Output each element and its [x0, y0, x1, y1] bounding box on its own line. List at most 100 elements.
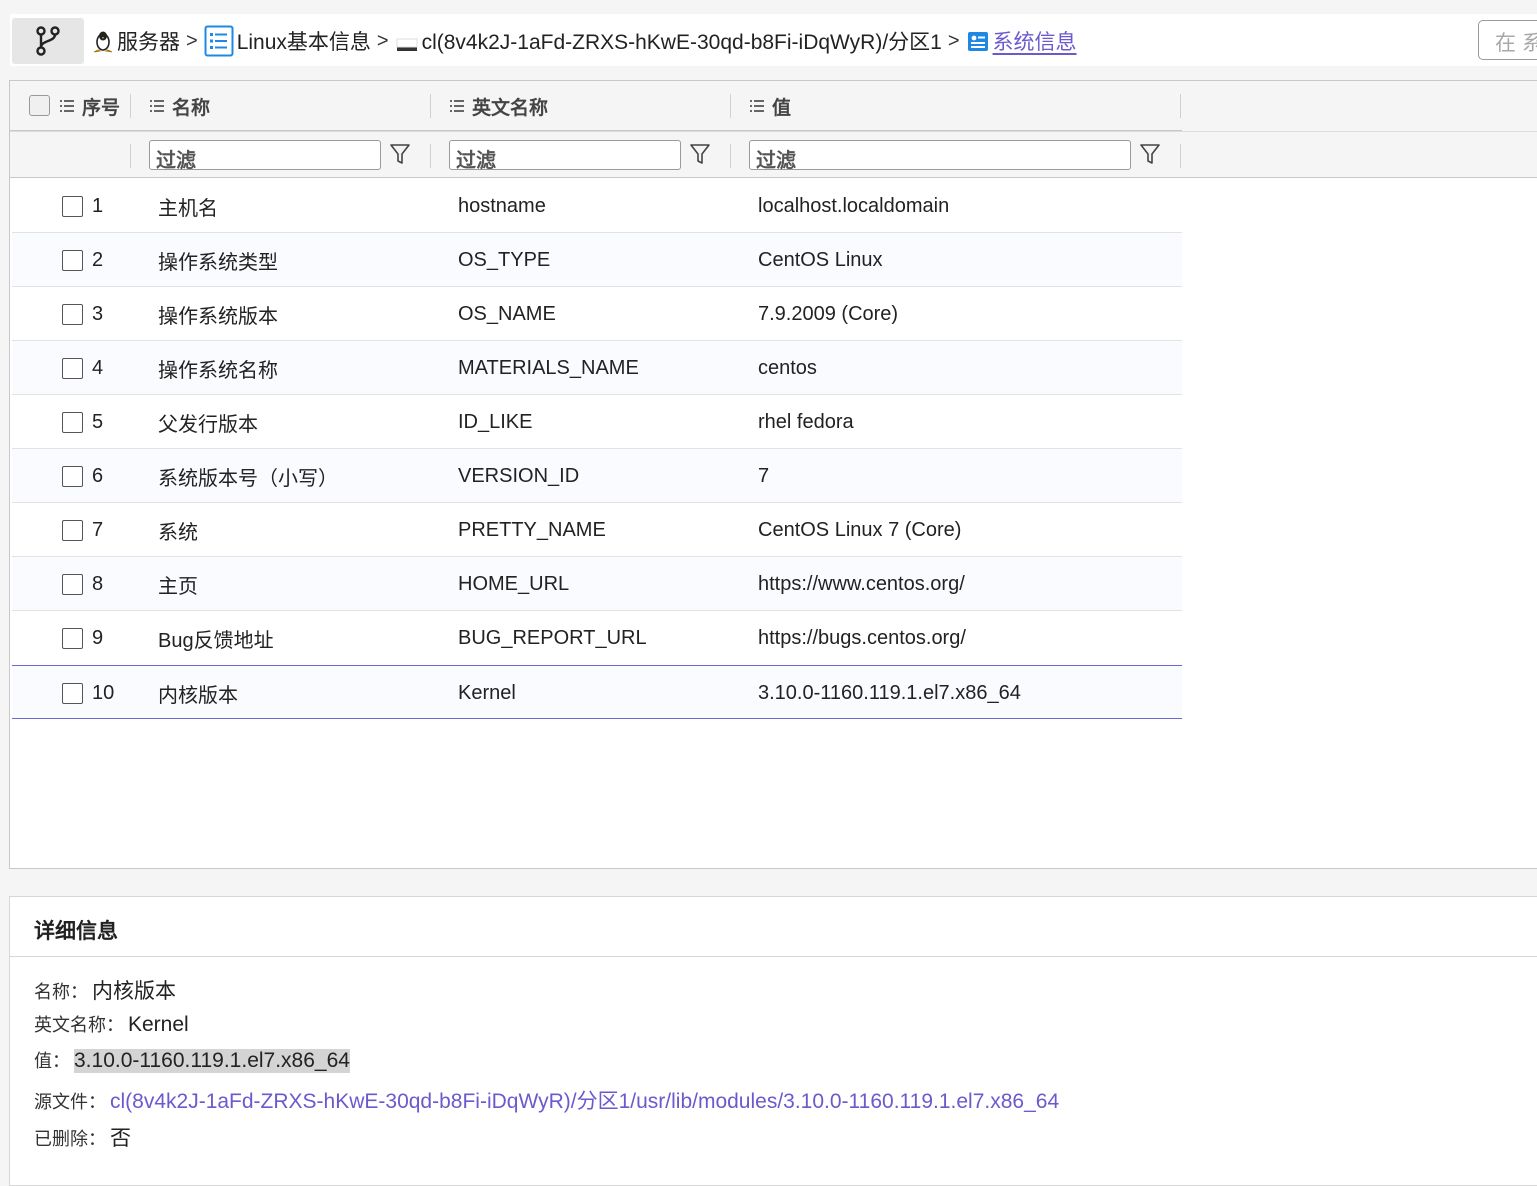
- row-checkbox-cell: [62, 395, 83, 449]
- cell-english-name: hostname: [458, 194, 546, 217]
- row-checkbox[interactable]: [62, 465, 83, 487]
- cell-english-name: ID_LIKE: [458, 410, 533, 433]
- filter-input-name[interactable]: 过滤: [149, 140, 381, 172]
- cell-english-name: OS_TYPE: [458, 248, 551, 271]
- table-row[interactable]: 1 主机名 hostname localhost.localdomain: [12, 179, 1182, 233]
- cell-index: 5: [92, 410, 104, 433]
- list-icon: [204, 25, 234, 57]
- cell-index: 8: [92, 572, 104, 595]
- column-menu-icon: [750, 100, 764, 112]
- column-menu-icon: [60, 100, 74, 112]
- filter-input-english-name[interactable]: 过滤: [449, 140, 681, 172]
- column-header-value[interactable]: 值: [750, 81, 791, 131]
- cell-english-name: BUG_REPORT_URL: [458, 626, 647, 649]
- cell-value: 3.10.0-1160.119.1.el7.x86_64: [758, 681, 1021, 704]
- filter-input-value[interactable]: 过滤: [749, 140, 1131, 172]
- table-row[interactable]: 3 操作系统版本 OS_NAME 7.9.2009 (Core): [12, 287, 1182, 341]
- table-row[interactable]: 6 系统版本号（小写） VERSION_ID 7: [12, 449, 1182, 503]
- column-header-english-name[interactable]: 英文名称: [450, 81, 548, 131]
- grid-header: 序号 名称 英文名称 值: [10, 81, 1537, 132]
- detail-divider: [10, 956, 1537, 957]
- column-divider[interactable]: [730, 94, 731, 118]
- search-input[interactable]: 在系: [1478, 20, 1537, 60]
- table-row[interactable]: 7 系统 PRETTY_NAME CentOS Linux 7 (Core): [12, 503, 1182, 557]
- row-checkbox[interactable]: [62, 627, 83, 649]
- cell-index: 7: [92, 518, 104, 541]
- row-checkbox[interactable]: [62, 357, 83, 379]
- row-checkbox[interactable]: [62, 195, 83, 217]
- row-checkbox[interactable]: [62, 303, 83, 325]
- detail-deleted-label: 已删除：: [34, 1129, 106, 1149]
- cell-name: 系统: [158, 521, 198, 544]
- row-checkbox[interactable]: [62, 682, 83, 704]
- cell-english-name: Kernel: [458, 681, 516, 704]
- row-checkbox-cell: [62, 233, 83, 287]
- cell-name: Bug反馈地址: [158, 629, 274, 652]
- breadcrumb-item-server[interactable]: 服务器: [92, 26, 180, 56]
- detail-value-value[interactable]: 3.10.0-1160.119.1.el7.x86_64: [74, 1049, 350, 1073]
- breadcrumb-item-linux-info[interactable]: Linux基本信息: [204, 25, 371, 57]
- cell-name: 操作系统版本: [158, 305, 278, 328]
- detail-name-label: 名称：: [34, 982, 88, 1002]
- filter-icon[interactable]: [1140, 143, 1160, 165]
- cell-english-name: PRETTY_NAME: [458, 518, 606, 541]
- table-row-selected[interactable]: 10 内核版本 Kernel 3.10.0-1160.119.1.el7.x86…: [12, 665, 1182, 719]
- breadcrumb-label: 服务器: [117, 31, 180, 54]
- column-divider: [130, 144, 131, 168]
- column-divider: [430, 144, 431, 168]
- row-checkbox[interactable]: [62, 519, 83, 541]
- row-checkbox-cell: [62, 666, 83, 720]
- data-grid: 序号 名称 英文名称 值 过滤 过滤 过滤 1 主机名 hostname loc…: [9, 80, 1537, 869]
- cell-name: 系统版本号（小写）: [158, 467, 338, 490]
- cell-name: 父发行版本: [158, 413, 258, 436]
- cell-value: CentOS Linux: [758, 248, 883, 271]
- cell-index: 3: [92, 302, 104, 325]
- cell-english-name: OS_NAME: [458, 302, 556, 325]
- cell-index: 10: [92, 681, 115, 704]
- top-bar: 服务器 > Linux基本信息 > cl(8v4k2J-1aFd-ZRXS-hK…: [0, 0, 1537, 78]
- column-divider: [730, 144, 731, 168]
- column-menu-icon: [150, 100, 164, 112]
- column-title: 序号: [82, 97, 121, 119]
- detail-name-value: 内核版本: [92, 980, 176, 1003]
- table-row[interactable]: 4 操作系统名称 MATERIALS_NAME centos: [12, 341, 1182, 395]
- table-row[interactable]: 2 操作系统类型 OS_TYPE CentOS Linux: [12, 233, 1182, 287]
- column-divider[interactable]: [430, 94, 431, 118]
- table-row[interactable]: 8 主页 HOME_URL https://www.centos.org/: [12, 557, 1182, 611]
- breadcrumb-separator: >: [947, 29, 960, 52]
- info-card-icon: [966, 29, 990, 53]
- table-row[interactable]: 9 Bug反馈地址 BUG_REPORT_URL https://bugs.ce…: [12, 611, 1182, 665]
- column-divider[interactable]: [1180, 94, 1181, 118]
- cell-value: 7.9.2009 (Core): [758, 302, 899, 325]
- column-header-name[interactable]: 名称: [150, 81, 210, 131]
- row-checkbox[interactable]: [62, 411, 83, 433]
- breadcrumb-label: cl(8v4k2J-1aFd-ZRXS-hKwE-30qd-b8Fi-iDqWy…: [421, 31, 942, 54]
- cell-name: 操作系统类型: [158, 251, 278, 274]
- column-divider[interactable]: [130, 94, 131, 118]
- cell-value: CentOS Linux 7 (Core): [758, 518, 962, 541]
- column-header-index[interactable]: 序号: [60, 81, 120, 131]
- detail-value-line: 值： 3.10.0-1160.119.1.el7.x86_64: [34, 1047, 350, 1073]
- cell-value: localhost.localdomain: [758, 194, 950, 217]
- detail-panel: 详细信息 名称： 内核版本 英文名称： Kernel 值： 3.10.0-116…: [9, 896, 1537, 1186]
- breadcrumb-item-system-info[interactable]: 系统信息: [966, 26, 1077, 56]
- detail-name-line: 名称： 内核版本: [34, 975, 176, 1005]
- row-checkbox[interactable]: [62, 249, 83, 271]
- row-checkbox-cell: [62, 503, 83, 557]
- cell-value: https://www.centos.org/: [758, 572, 965, 595]
- filter-icon[interactable]: [390, 143, 410, 165]
- table-row[interactable]: 5 父发行版本 ID_LIKE rhel fedora: [12, 395, 1182, 449]
- branch-button[interactable]: [12, 18, 84, 64]
- detail-deleted-line: 已删除： 否: [34, 1122, 131, 1152]
- column-title: 英文名称: [472, 97, 549, 119]
- detail-source-link[interactable]: cl(8v4k2J-1aFd-ZRXS-hKwE-30qd-b8Fi-iDqWy…: [110, 1085, 1059, 1115]
- filter-icon[interactable]: [690, 143, 710, 165]
- row-checkbox[interactable]: [62, 573, 83, 595]
- breadcrumb-label-active: 系统信息: [992, 31, 1077, 54]
- column-menu-icon: [450, 100, 464, 112]
- cell-english-name: VERSION_ID: [458, 464, 580, 487]
- select-all-checkbox[interactable]: [29, 95, 50, 116]
- linux-penguin-icon: [92, 29, 114, 53]
- cell-index: 4: [92, 356, 104, 379]
- breadcrumb-item-partition[interactable]: cl(8v4k2J-1aFd-ZRXS-hKwE-30qd-b8Fi-iDqWy…: [395, 26, 942, 56]
